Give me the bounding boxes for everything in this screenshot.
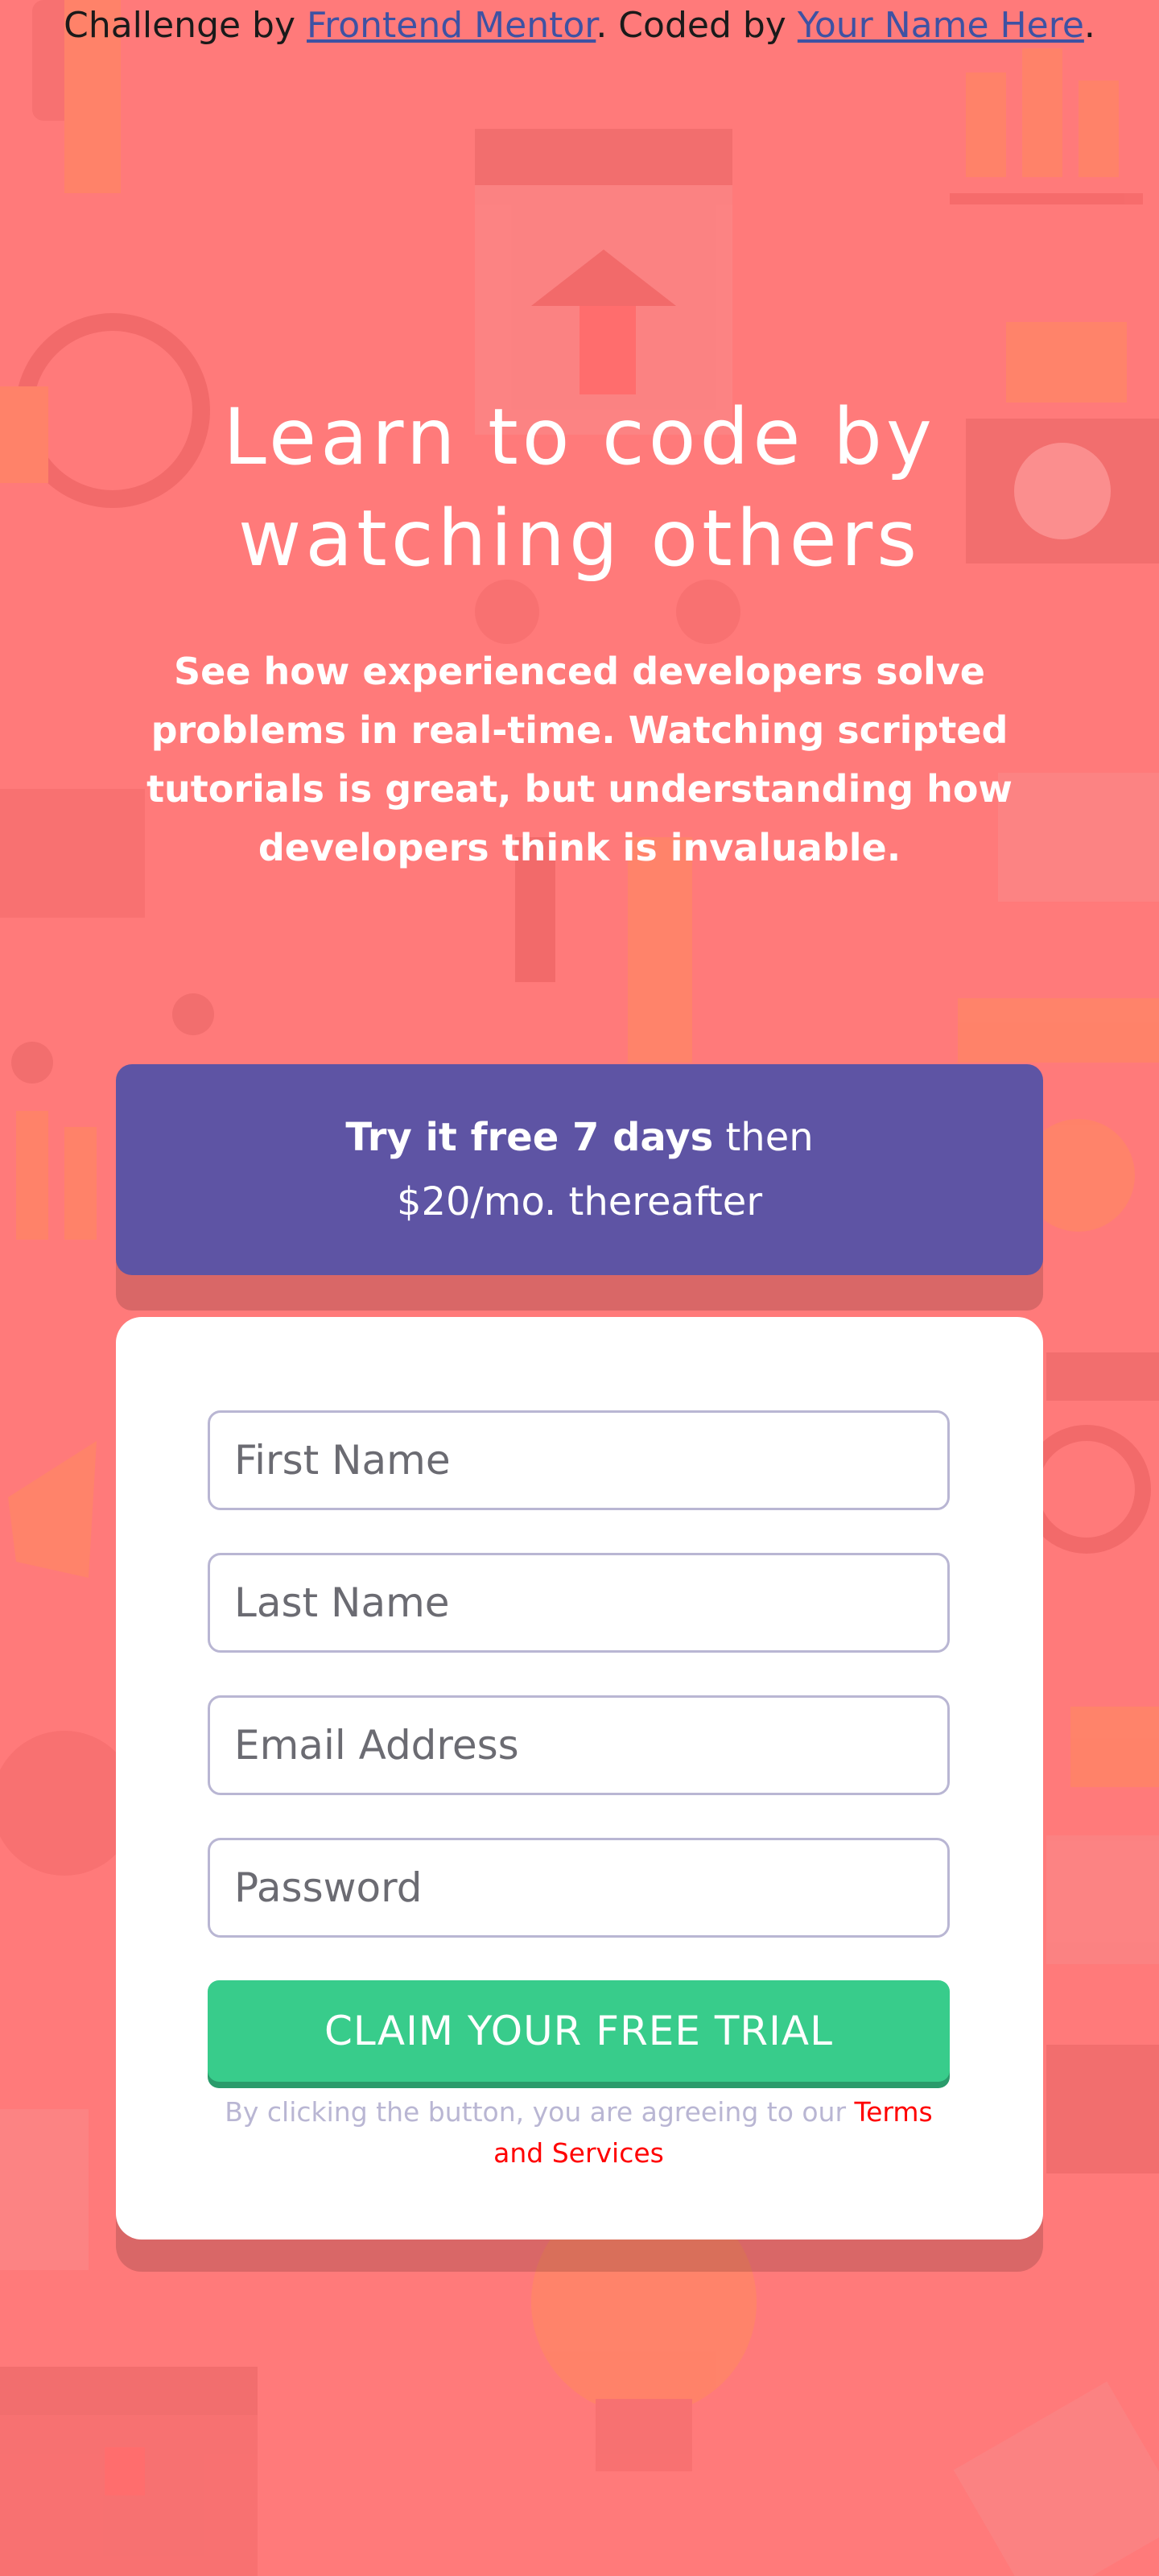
terms-prefix: By clicking the button, you are agreeing… [225, 2096, 855, 2128]
attribution: Challenge by Frontend Mentor. Coded by Y… [0, 0, 1159, 52]
password-input[interactable] [208, 1838, 950, 1938]
offer-line-1: Try it free 7 days then [345, 1105, 813, 1170]
author-link[interactable]: Your Name Here [798, 5, 1084, 46]
terms-notice: By clicking the button, you are agreeing… [208, 2091, 950, 2174]
first-name-input[interactable] [208, 1410, 950, 1510]
attribution-suffix: . [1083, 5, 1095, 46]
attribution-middle: . Coded by [596, 5, 798, 46]
hero-section: Learn to code by watching others See how… [113, 386, 1046, 877]
signup-form: CLAIM YOUR FREE TRIAL By clicking the bu… [116, 1317, 1043, 2240]
offer-banner: Try it free 7 days then $20/mo. thereaft… [116, 1064, 1043, 1275]
hero-description: See how experienced developers solve pro… [146, 650, 1013, 869]
attribution-prefix: Challenge by [64, 5, 307, 46]
offer-rest-text: then [713, 1115, 814, 1160]
claim-free-trial-button[interactable]: CLAIM YOUR FREE TRIAL [208, 1980, 950, 2082]
hero-title: Learn to code by watching others [223, 392, 936, 584]
frontend-mentor-link[interactable]: Frontend Mentor [307, 5, 596, 46]
email-input[interactable] [208, 1695, 950, 1795]
last-name-input[interactable] [208, 1553, 950, 1653]
offer-line-2: $20/mo. thereafter [396, 1179, 763, 1224]
offer-bold-text: Try it free 7 days [345, 1115, 714, 1160]
